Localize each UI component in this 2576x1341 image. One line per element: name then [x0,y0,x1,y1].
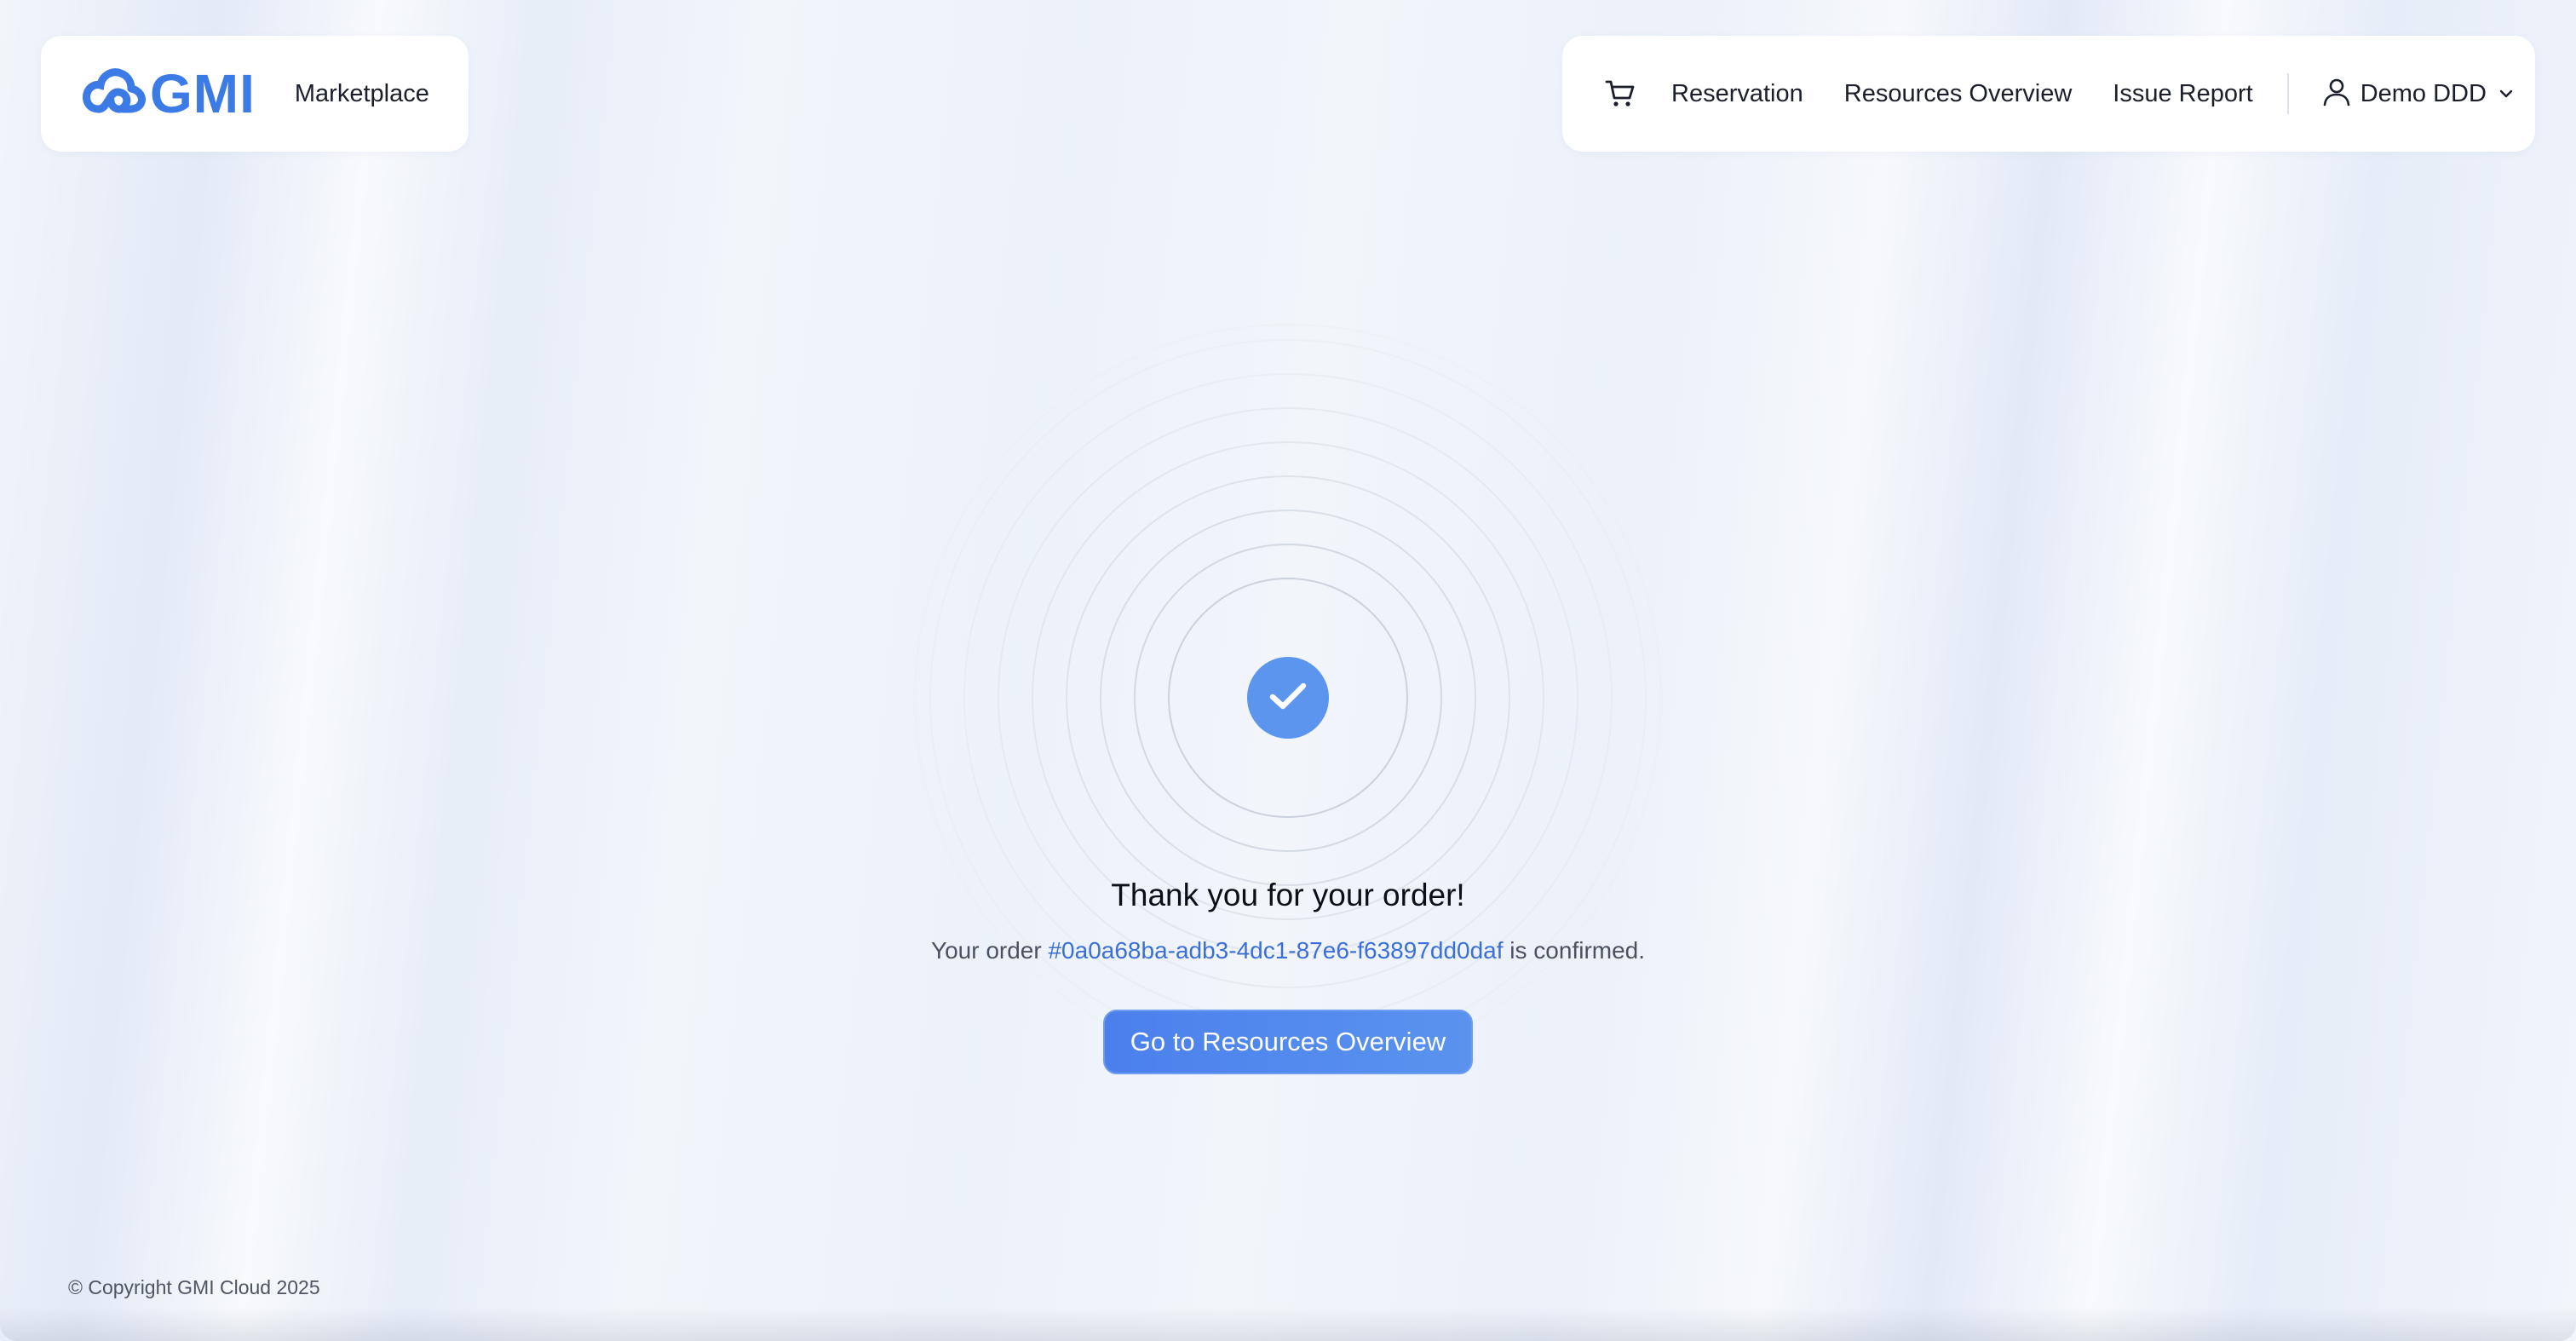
cloud-logo-icon [82,66,147,122]
check-icon [1268,679,1308,717]
order-prefix: Your order [930,937,1049,964]
marketplace-link[interactable]: Marketplace [295,80,429,108]
nav-resources-overview[interactable]: Resources Overview [1844,80,2073,108]
shopping-cart-icon[interactable] [1603,77,1637,111]
user-menu[interactable]: Demo DDD [2321,77,2514,112]
brand-header: GMI Marketplace [41,36,469,152]
success-badge [1247,657,1329,739]
go-to-resources-overview-button[interactable]: Go to Resources Overview [1103,1010,1473,1074]
gmi-logo[interactable]: GMI [82,66,256,122]
user-name: Demo DDD [2360,79,2487,107]
order-suffix: is confirmed. [1503,937,1646,964]
confirmation-message: Your order #0a0a68ba-adb3-4dc1-87e6-f638… [0,937,2576,964]
order-id-link[interactable]: #0a0a68ba-adb3-4dc1-87e6-f63897dd0daf [1048,937,1503,964]
top-nav: Reservation Resources Overview Issue Rep… [1562,36,2535,152]
copyright-text: © Copyright GMI Cloud 2025 [68,1276,320,1298]
nav-divider [2286,73,2289,114]
logo-text: GMI [150,63,256,124]
nav-reservation[interactable]: Reservation [1671,80,1803,108]
nav-issue-report[interactable]: Issue Report [2113,80,2252,108]
user-icon [2321,77,2352,112]
chevron-down-icon [2498,89,2514,99]
confirmation-title: Thank you for your order! [1111,878,1465,912]
bottom-shadow [0,1307,2576,1341]
